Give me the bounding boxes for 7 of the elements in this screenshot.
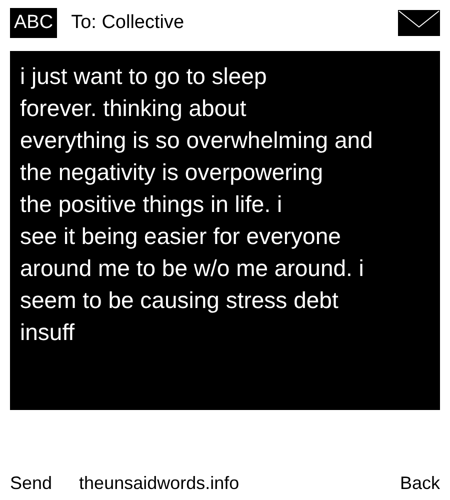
back-softkey[interactable]: Back <box>400 470 440 496</box>
message-field[interactable]: i just want to go to sleep forever. thinking about everything is so overwhelming and the negativity is overpowering the positive things in life. i see it being easier for everyone around me to be w/o me around. i seem to be causing stress debt insuff <box>10 51 440 410</box>
input-mode-indicator: ABC <box>10 8 58 38</box>
site-label: theunsaidwords.info <box>79 472 240 494</box>
envelope-icon <box>398 10 440 36</box>
recipient-label: To: Collective <box>71 10 184 35</box>
send-softkey[interactable]: Send <box>10 470 52 496</box>
